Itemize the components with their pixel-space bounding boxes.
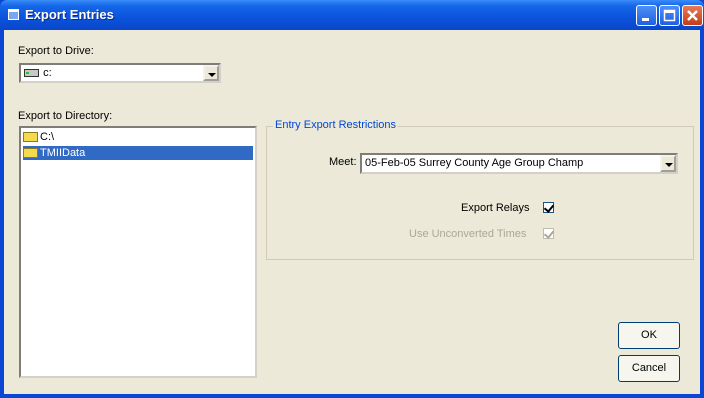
open-folder-icon xyxy=(23,132,38,143)
export-relays-checkbox[interactable] xyxy=(543,202,554,213)
open-folder-icon xyxy=(23,148,38,159)
unconverted-times-checkbox xyxy=(543,228,554,239)
drive-value: c: xyxy=(43,67,52,79)
maximize-button[interactable] xyxy=(659,5,680,26)
export-relays-label: Export Relays xyxy=(461,202,530,214)
title-bar[interactable]: Export Entries xyxy=(0,0,704,30)
group-legend: Entry Export Restrictions xyxy=(273,119,399,131)
close-icon xyxy=(687,10,698,21)
unconverted-times-label: Use Unconverted Times xyxy=(409,228,527,240)
dialog-client-area: Export to Drive: c: Export to Directory:… xyxy=(4,30,700,394)
meet-dropdown[interactable]: 05-Feb-05 Surrey County Age Group Champ xyxy=(360,153,678,174)
export-entries-window: Export Entries Export to Drive: c: Expor… xyxy=(0,0,704,398)
window-icon xyxy=(8,9,19,20)
directory-item-root[interactable]: C:\ xyxy=(23,130,54,144)
drive-dropdown[interactable]: c: xyxy=(19,63,221,83)
cancel-button[interactable]: Cancel xyxy=(618,355,680,382)
chevron-down-icon[interactable] xyxy=(660,155,676,172)
minimize-icon xyxy=(642,18,649,21)
ok-button[interactable]: OK xyxy=(618,322,680,349)
entry-export-restrictions-group: Entry Export Restrictions Meet: 05-Feb-0… xyxy=(266,119,694,260)
close-button[interactable] xyxy=(682,5,703,26)
minimize-button[interactable] xyxy=(636,5,657,26)
drive-icon xyxy=(24,69,39,78)
meet-value: 05-Feb-05 Surrey County Age Group Champ xyxy=(365,157,584,169)
chevron-down-icon[interactable] xyxy=(203,65,219,81)
directory-label: Export to Directory: xyxy=(18,110,113,122)
drive-label: Export to Drive: xyxy=(18,45,94,57)
maximize-icon xyxy=(663,9,676,22)
window-title: Export Entries xyxy=(25,7,114,22)
directory-item-tmiidata[interactable]: TMIIData xyxy=(23,146,253,160)
meet-label: Meet: xyxy=(329,156,357,168)
directory-list[interactable]: C:\ TMIIData xyxy=(19,126,257,378)
